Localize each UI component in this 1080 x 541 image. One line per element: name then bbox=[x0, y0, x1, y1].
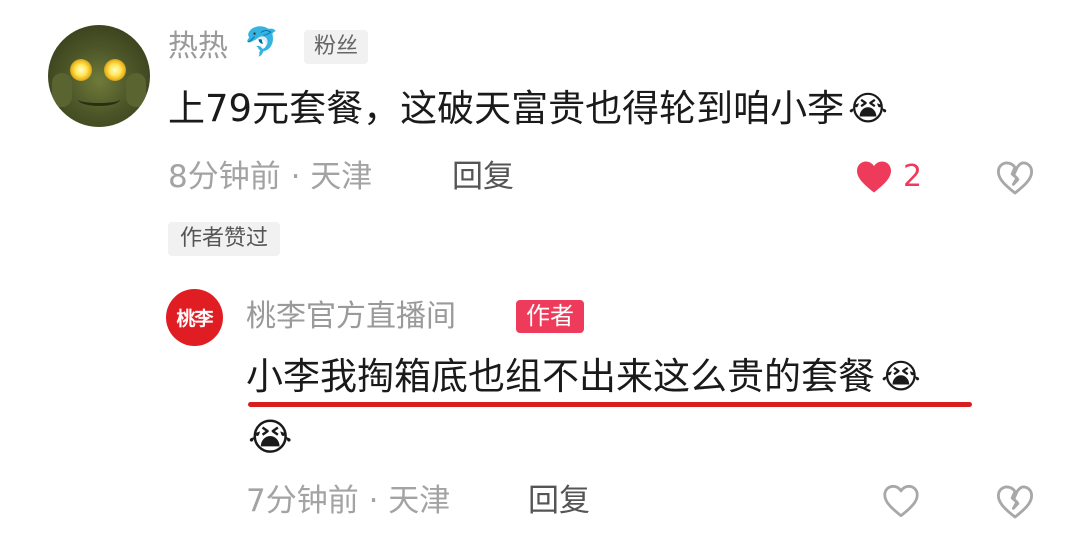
broken-heart-icon bbox=[996, 161, 1034, 195]
annotation-underline bbox=[248, 402, 972, 407]
comment-text-row: 上79元套餐，这破天富贵也得轮到咱小李 😭 bbox=[168, 90, 888, 127]
comment-username[interactable]: 热热 bbox=[168, 32, 228, 62]
comment-dislike-button[interactable] bbox=[996, 160, 1034, 200]
comment-reply-button[interactable]: 回复 bbox=[452, 162, 514, 193]
liked-by-author-badge: 作者赞过 bbox=[168, 222, 281, 257]
like-count: 2 bbox=[903, 159, 923, 194]
reply-username[interactable]: 桃李官方直播间 bbox=[246, 302, 456, 332]
avatar[interactable] bbox=[48, 25, 150, 127]
comment-like-button[interactable]: 2 bbox=[855, 160, 922, 194]
fan-badge: 粉丝 bbox=[304, 30, 369, 65]
reply-avatar[interactable]: 桃李 bbox=[166, 289, 223, 346]
crying-emoji-icon: 😭 bbox=[248, 415, 293, 459]
avatar-hand-right bbox=[126, 73, 146, 107]
reply-avatar-logo-text: 桃李 bbox=[176, 308, 213, 330]
dolphin-emoji-icon: 🐬 bbox=[244, 25, 279, 58]
heart-filled-icon bbox=[857, 161, 891, 193]
comment-time-location: 8分钟前 · 天津 bbox=[168, 159, 373, 195]
crying-emoji-icon: 😭 bbox=[881, 356, 921, 397]
avatar-eye-right bbox=[104, 59, 126, 81]
broken-heart-icon bbox=[996, 485, 1034, 519]
reply-text-row: 小李我掏箱底也组不出来这么贵的套餐 😭 bbox=[246, 358, 921, 395]
crying-emoji-icon: 😭 bbox=[848, 88, 888, 129]
heart-outline-icon bbox=[883, 484, 919, 518]
reply-dislike-button[interactable] bbox=[996, 484, 1034, 524]
reply-text: 小李我掏箱底也组不出来这么贵的套餐 bbox=[246, 355, 875, 398]
avatar-hand-left bbox=[52, 73, 72, 107]
reply-reply-button[interactable]: 回复 bbox=[528, 486, 590, 517]
comment-text: 上79元套餐，这破天富贵也得轮到咱小李 bbox=[168, 87, 845, 130]
avatar-eye-left bbox=[70, 59, 92, 81]
avatar-mouth bbox=[78, 93, 120, 106]
reply-like-button[interactable] bbox=[882, 484, 920, 522]
reply-time-location: 7分钟前 · 天津 bbox=[246, 483, 451, 519]
author-badge: 作者 bbox=[516, 300, 584, 333]
